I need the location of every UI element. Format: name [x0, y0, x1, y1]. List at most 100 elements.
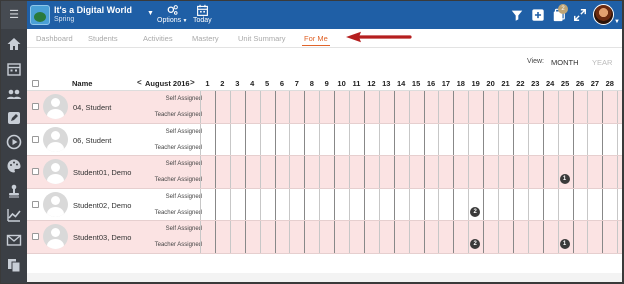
row-checkbox[interactable] — [32, 103, 39, 110]
name-column-header[interactable]: Name — [72, 79, 92, 88]
day-gridline — [378, 188, 380, 220]
row-checkbox[interactable] — [32, 168, 39, 175]
calendar-icon[interactable] — [6, 61, 22, 77]
pages-icon[interactable] — [6, 257, 22, 273]
day-gridline — [200, 221, 201, 253]
day-header: 14 — [397, 79, 406, 88]
next-month-button[interactable]: > — [190, 78, 195, 87]
sidebar: ☰ — [1, 1, 27, 283]
day-gridline — [274, 123, 276, 155]
assignment-count-badge[interactable]: 1 — [559, 239, 570, 249]
day-gridline — [617, 123, 619, 155]
mail-icon[interactable] — [6, 232, 22, 248]
row-checkbox[interactable] — [32, 200, 39, 208]
user-menu-caret-icon[interactable]: ▼ — [614, 19, 620, 25]
day-gridline — [378, 91, 380, 123]
day-gridline — [363, 188, 365, 220]
day-gridline — [602, 188, 604, 220]
tab-activities[interactable]: Activities — [143, 34, 173, 43]
day-header: 27 — [590, 79, 600, 88]
day-gridline — [438, 156, 440, 188]
row-checkbox[interactable] — [32, 233, 39, 240]
users-icon[interactable] — [6, 86, 22, 102]
student-avatar — [43, 224, 68, 249]
today-button[interactable]: Today — [193, 4, 212, 24]
course-thumbnail[interactable] — [30, 5, 50, 25]
prev-month-button[interactable]: < — [137, 78, 142, 87]
day-gridline — [244, 123, 246, 155]
day-gridline — [334, 91, 336, 123]
expand-icon[interactable] — [573, 8, 587, 22]
day-header: 22 — [516, 79, 525, 88]
horizontal-scrollbar[interactable] — [27, 273, 622, 282]
assignment-count-badge[interactable]: 2 — [470, 239, 481, 249]
teacher-assigned-label: Teacher Assigned — [154, 177, 202, 183]
day-gridline — [200, 156, 201, 188]
day-gridline — [423, 188, 425, 220]
student-row: Student01, Demo Self Assigned Teacher Assi… — [27, 156, 622, 189]
student-name[interactable]: 04, Student — [73, 103, 111, 112]
day-gridline — [334, 123, 336, 155]
day-header: 17 — [441, 79, 451, 88]
tab-students[interactable]: Students — [88, 34, 118, 43]
pencil-icon[interactable] — [6, 110, 22, 126]
day-gridline — [468, 156, 470, 188]
day-gridline — [229, 188, 231, 220]
day-gridline — [363, 91, 365, 123]
day-header: 16 — [426, 79, 436, 88]
tab-mastery[interactable]: Mastery — [192, 34, 219, 43]
student-row: Student03, Demo Self Assigned Teacher Assi… — [27, 221, 622, 254]
day-gridline — [617, 188, 619, 220]
assignment-count-badge[interactable]: 2 — [470, 206, 481, 217]
self-assigned-label: Self Assigned — [165, 193, 202, 200]
tab-for-me[interactable]: For Me — [302, 34, 330, 46]
day-gridline — [200, 123, 201, 155]
options-button[interactable]: Options ▼ — [157, 4, 187, 24]
day-gridline — [214, 188, 216, 220]
day-header: 9 — [324, 79, 329, 88]
day-gridline — [393, 91, 395, 123]
view-label: View: — [527, 58, 544, 65]
day-gridline — [542, 123, 544, 155]
filter-icon[interactable] — [510, 8, 524, 22]
student-name[interactable]: Student01, Demo — [73, 168, 131, 177]
day-gridline — [378, 123, 380, 155]
day-gridline — [304, 123, 306, 155]
day-gridline — [274, 221, 276, 253]
annotation-arrow — [346, 31, 412, 43]
tab-unit-summary[interactable]: Unit Summary — [238, 34, 286, 43]
day-gridline — [587, 156, 589, 188]
user-avatar[interactable] — [593, 4, 614, 25]
day-gridline — [438, 188, 440, 220]
chart-icon[interactable] — [6, 207, 22, 223]
palette-icon[interactable] — [6, 158, 22, 174]
student-name[interactable]: 06, Student — [73, 136, 111, 145]
day-gridline — [572, 123, 574, 155]
day-gridline — [304, 188, 306, 220]
day-gridline — [483, 188, 485, 220]
day-gridline — [512, 123, 514, 155]
student-avatar — [43, 94, 68, 119]
select-all-checkbox[interactable] — [32, 80, 39, 87]
view-year-toggle[interactable]: YEAR — [592, 58, 612, 67]
assignment-count-badge[interactable]: 1 — [559, 174, 570, 184]
course-dropdown-icon[interactable]: ▼ — [147, 10, 154, 17]
stamp-icon[interactable] — [6, 183, 22, 199]
student-name[interactable]: Student03, Demo — [73, 233, 131, 242]
row-checkbox[interactable] — [32, 135, 39, 143]
day-header: 7 — [294, 79, 299, 88]
course-title[interactable]: It's a Digital World — [54, 5, 132, 15]
home-icon[interactable] — [6, 36, 22, 52]
today-label: Today — [193, 17, 212, 24]
day-gridline — [587, 221, 589, 253]
play-icon[interactable] — [6, 134, 22, 150]
day-gridline — [557, 123, 559, 155]
day-header: 8 — [309, 79, 314, 88]
add-icon[interactable] — [531, 8, 545, 22]
hamburger-menu-icon[interactable]: ☰ — [1, 1, 27, 29]
day-gridline — [527, 221, 529, 253]
view-month-toggle[interactable]: MONTH — [551, 58, 579, 67]
student-name[interactable]: Student02, Demo — [73, 201, 131, 210]
tab-dashboard[interactable]: Dashboard — [36, 34, 73, 43]
day-gridline — [572, 221, 574, 253]
